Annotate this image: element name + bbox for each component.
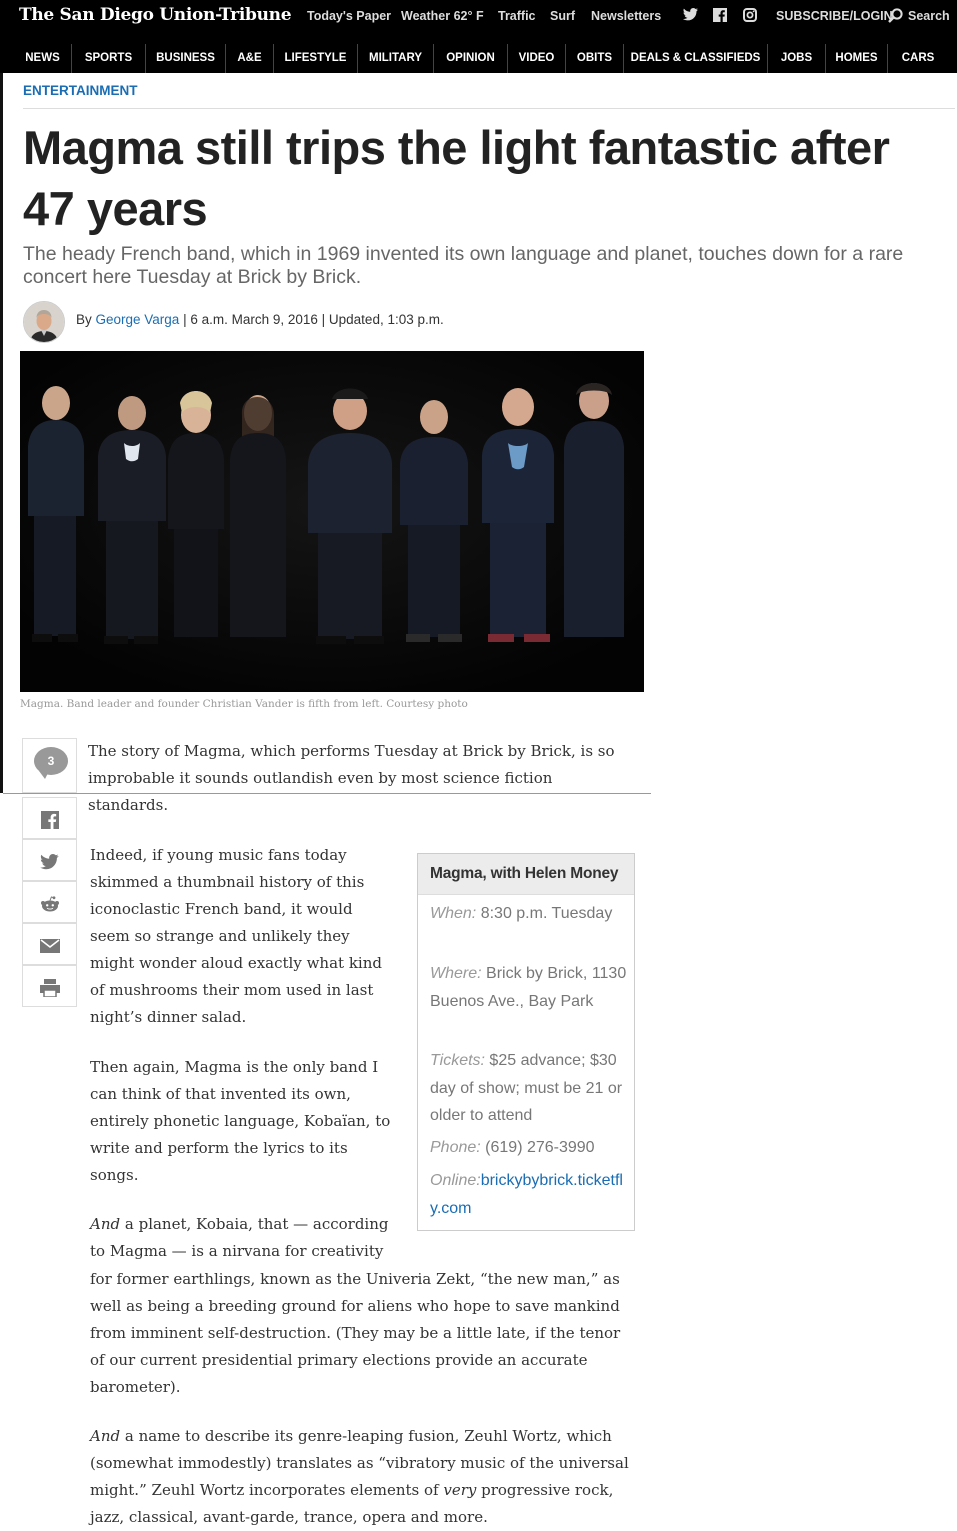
event-when: When: 8:30 p.m. Tuesday	[430, 900, 630, 928]
article-subhead: The heady French band, which in 1969 inv…	[23, 243, 904, 288]
event-tickets: Tickets: $25 advance; $30 day of show; m…	[430, 1047, 630, 1130]
paragraph-4-text-a: a planet, Kobaia, that — according to Ma…	[90, 1215, 389, 1260]
facebook-icon	[40, 809, 59, 829]
event-phone-label: Phone:	[430, 1139, 481, 1156]
twitter-share-button[interactable]	[22, 839, 77, 881]
traffic-link[interactable]: Traffic	[498, 9, 536, 23]
event-where-label: Where:	[430, 965, 482, 982]
newsletters-link[interactable]: Newsletters	[591, 9, 661, 23]
print-button[interactable]	[22, 965, 77, 1007]
author-link[interactable]: George Varga	[96, 312, 180, 327]
nav-news[interactable]: NEWS	[0, 44, 72, 73]
subscribe-login-link[interactable]: SUBSCRIBE/LOGIN	[776, 9, 893, 23]
paragraph-5-emphasis-very: very	[443, 1481, 477, 1499]
nav-sports[interactable]: SPORTS	[72, 44, 146, 73]
twitter-icon	[40, 851, 59, 870]
byline-dateline: | 6 a.m. March 9, 2016 | Updated, 1:03 p…	[179, 312, 444, 327]
paragraph-2-text: Indeed, if young music fans today skimme…	[90, 846, 382, 1026]
paragraph-3: Then again, Magma is the only band I can…	[90, 1054, 400, 1189]
nav-business[interactable]: BUSINESS	[146, 44, 226, 73]
byline-prefix: By	[76, 312, 96, 327]
search-link[interactable]: Search	[908, 9, 950, 23]
facebook-share-button[interactable]	[22, 797, 77, 839]
paragraph-3-text: Then again, Magma is the only band I can…	[90, 1058, 391, 1184]
event-when-value: 8:30 p.m. Tuesday	[476, 905, 613, 922]
search-icon[interactable]	[888, 8, 903, 26]
section-label[interactable]: ENTERTAINMENT	[23, 83, 138, 98]
weather-link[interactable]: Weather 62° F	[401, 9, 484, 23]
event-online-label: Online:	[430, 1172, 481, 1189]
paragraph-4-text-b: for former earthlings, known as the Univ…	[90, 1270, 621, 1396]
email-share-button[interactable]	[22, 923, 77, 965]
comment-bubble-tail	[39, 771, 49, 779]
reddit-share-button[interactable]	[22, 881, 77, 923]
comments-button[interactable]: 3	[22, 738, 77, 793]
nav-opinion[interactable]: OPINION	[434, 44, 508, 73]
article-photo[interactable]	[20, 351, 644, 692]
nav-deals-classifieds[interactable]: DEALS & CLASSIFIEDS	[624, 44, 768, 73]
event-when-label: When:	[430, 905, 477, 922]
event-phone-value: (619) 276-3990	[480, 1139, 595, 1156]
comment-count: 3	[47, 754, 55, 768]
nav-ae[interactable]: A&E	[226, 44, 274, 73]
nav-jobs[interactable]: JOBS	[768, 44, 826, 73]
surf-link[interactable]: Surf	[550, 9, 575, 23]
event-where: Where: Brick by Brick, 1130 Buenos Ave.,…	[430, 960, 630, 1015]
instagram-icon[interactable]	[743, 8, 757, 25]
paragraph-5-emphasis: And	[90, 1427, 121, 1445]
paragraph-1: The story of Magma, which performs Tuesd…	[88, 738, 633, 819]
author-avatar[interactable]	[23, 301, 65, 343]
event-info-box: Magma, with Helen Money When: 8:30 p.m. …	[417, 853, 635, 1231]
print-icon	[39, 977, 60, 998]
nav-obits[interactable]: OBITS	[566, 44, 624, 73]
nav-cars[interactable]: CARS	[888, 44, 948, 73]
left-rule	[0, 73, 3, 793]
event-online: Online:brickybybrick.ticketfly.com	[430, 1167, 630, 1222]
email-icon	[39, 935, 60, 954]
header-gap	[0, 35, 957, 44]
site-logo[interactable]: The San Diego Union-Tribune	[19, 5, 292, 25]
event-tickets-label: Tickets:	[430, 1052, 485, 1069]
paragraph-1-text: The story of Magma, which performs Tuesd…	[88, 742, 615, 814]
paragraph-2: Indeed, if young music fans today skimme…	[90, 842, 395, 1031]
paragraph-4-emphasis: And	[90, 1215, 121, 1233]
nav-homes[interactable]: HOMES	[826, 44, 888, 73]
twitter-icon[interactable]	[683, 8, 698, 24]
paragraph-5: And a name to describe its genre-leaping…	[90, 1423, 638, 1531]
todays-paper-link[interactable]: Today's Paper	[307, 9, 391, 23]
event-info-title: Magma, with Helen Money	[418, 854, 634, 895]
byline: By George Varga | 6 a.m. March 9, 2016 |…	[76, 312, 444, 327]
article-headline: Magma still trips the light fantastic af…	[23, 121, 890, 235]
photo-caption: Magma. Band leader and founder Christian…	[20, 698, 468, 710]
nav-military[interactable]: MILITARY	[358, 44, 434, 73]
paragraph-4-bottom: for former earthlings, known as the Univ…	[90, 1266, 638, 1401]
nav-lifestyle[interactable]: LIFESTYLE	[274, 44, 358, 73]
main-nav: NEWS SPORTS BUSINESS A&E LIFESTYLE MILIT…	[0, 44, 957, 73]
section-divider	[23, 108, 955, 109]
top-bar: The San Diego Union-Tribune Today's Pape…	[0, 0, 957, 35]
nav-video[interactable]: VIDEO	[508, 44, 566, 73]
facebook-icon[interactable]	[713, 8, 727, 25]
reddit-icon	[40, 893, 60, 912]
event-phone: Phone: (619) 276-3990	[430, 1134, 630, 1162]
paragraph-4-top: And a planet, Kobaia, that — according t…	[90, 1211, 395, 1265]
